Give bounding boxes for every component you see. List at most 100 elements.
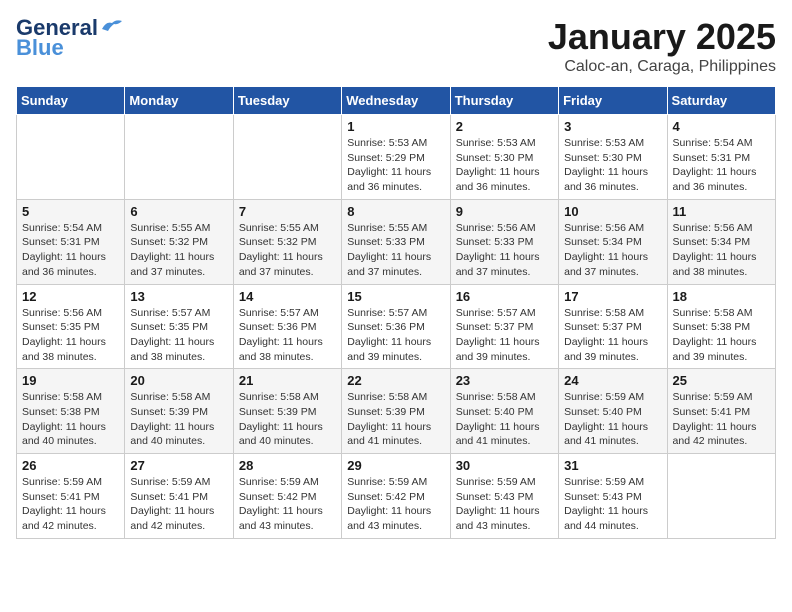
day-number: 4	[673, 119, 770, 134]
day-info: Sunrise: 5:53 AM Sunset: 5:29 PM Dayligh…	[347, 136, 444, 195]
calendar-cell: 3 Sunrise: 5:53 AM Sunset: 5:30 PM Daylig…	[559, 115, 667, 200]
col-friday: Friday	[559, 87, 667, 115]
logo: General Blue	[16, 16, 122, 60]
day-info: Sunrise: 5:59 AM Sunset: 5:40 PM Dayligh…	[564, 390, 661, 449]
day-info: Sunrise: 5:55 AM Sunset: 5:33 PM Dayligh…	[347, 221, 444, 280]
calendar-week-5: 26Sunrise: 5:59 AM Sunset: 5:41 PM Dayli…	[17, 454, 776, 539]
day-info: Sunrise: 5:58 AM Sunset: 5:40 PM Dayligh…	[456, 390, 553, 449]
day-info: Sunrise: 5:59 AM Sunset: 5:41 PM Dayligh…	[130, 475, 227, 534]
day-number: 8	[347, 204, 444, 219]
calendar-cell: 7 Sunrise: 5:55 AM Sunset: 5:32 PM Daylig…	[233, 199, 341, 284]
day-number: 21	[239, 373, 336, 388]
day-number: 3	[564, 119, 661, 134]
day-number: 12	[22, 289, 119, 304]
day-number: 10	[564, 204, 661, 219]
day-info: Sunrise: 5:53 AM Sunset: 5:30 PM Dayligh…	[456, 136, 553, 195]
day-info: Sunrise: 5:59 AM Sunset: 5:42 PM Dayligh…	[347, 475, 444, 534]
calendar-cell: 31 Sunrise: 5:59 AM Sunset: 5:43 PM Dayli…	[559, 454, 667, 539]
calendar-cell: 12 Sunrise: 5:56 AM Sunset: 5:35 PM Dayli…	[17, 284, 125, 369]
calendar-cell: 21 Sunrise: 5:58 AM Sunset: 5:39 PM Dayli…	[233, 369, 341, 454]
calendar-body: 1Sunrise: 5:53 AM Sunset: 5:29 PM Daylig…	[17, 115, 776, 539]
calendar-cell: 24 Sunrise: 5:59 AM Sunset: 5:40 PM Dayli…	[559, 369, 667, 454]
col-thursday: Thursday	[450, 87, 558, 115]
day-number: 24	[564, 373, 661, 388]
day-number: 22	[347, 373, 444, 388]
calendar-week-2: 5 Sunrise: 5:54 AM Sunset: 5:31 PM Daylig…	[17, 199, 776, 284]
col-wednesday: Wednesday	[342, 87, 450, 115]
day-info: Sunrise: 5:58 AM Sunset: 5:39 PM Dayligh…	[130, 390, 227, 449]
calendar-header: Sunday Monday Tuesday Wednesday Thursday…	[17, 87, 776, 115]
day-info: Sunrise: 5:57 AM Sunset: 5:36 PM Dayligh…	[239, 306, 336, 365]
calendar-cell	[233, 115, 341, 200]
day-number: 19	[22, 373, 119, 388]
day-number: 13	[130, 289, 227, 304]
calendar-week-3: 12 Sunrise: 5:56 AM Sunset: 5:35 PM Dayli…	[17, 284, 776, 369]
calendar-cell	[667, 454, 775, 539]
day-info: Sunrise: 5:58 AM Sunset: 5:37 PM Dayligh…	[564, 306, 661, 365]
calendar-subtitle: Caloc-an, Caraga, Philippines	[548, 58, 776, 76]
page-header: General Blue January 2025 Caloc-an, Cara…	[16, 16, 776, 76]
day-info: Sunrise: 5:57 AM Sunset: 5:35 PM Dayligh…	[130, 306, 227, 365]
col-saturday: Saturday	[667, 87, 775, 115]
day-number: 23	[456, 373, 553, 388]
calendar-cell: 17 Sunrise: 5:58 AM Sunset: 5:37 PM Dayli…	[559, 284, 667, 369]
calendar-cell: 23 Sunrise: 5:58 AM Sunset: 5:40 PM Dayli…	[450, 369, 558, 454]
calendar-cell: 20 Sunrise: 5:58 AM Sunset: 5:39 PM Dayli…	[125, 369, 233, 454]
calendar-cell: 10 Sunrise: 5:56 AM Sunset: 5:34 PM Dayli…	[559, 199, 667, 284]
day-number: 5	[22, 204, 119, 219]
day-info: Sunrise: 5:58 AM Sunset: 5:39 PM Dayligh…	[347, 390, 444, 449]
day-info: Sunrise: 5:55 AM Sunset: 5:32 PM Dayligh…	[130, 221, 227, 280]
day-info: Sunrise: 5:54 AM Sunset: 5:31 PM Dayligh…	[22, 221, 119, 280]
calendar-cell: 26Sunrise: 5:59 AM Sunset: 5:41 PM Dayli…	[17, 454, 125, 539]
day-number: 31	[564, 458, 661, 473]
day-number: 29	[347, 458, 444, 473]
col-sunday: Sunday	[17, 87, 125, 115]
calendar-cell: 30 Sunrise: 5:59 AM Sunset: 5:43 PM Dayli…	[450, 454, 558, 539]
day-number: 7	[239, 204, 336, 219]
col-tuesday: Tuesday	[233, 87, 341, 115]
day-number: 16	[456, 289, 553, 304]
day-number: 6	[130, 204, 227, 219]
day-number: 28	[239, 458, 336, 473]
calendar-week-1: 1Sunrise: 5:53 AM Sunset: 5:29 PM Daylig…	[17, 115, 776, 200]
day-info: Sunrise: 5:56 AM Sunset: 5:34 PM Dayligh…	[564, 221, 661, 280]
day-info: Sunrise: 5:56 AM Sunset: 5:35 PM Dayligh…	[22, 306, 119, 365]
title-section: January 2025 Caloc-an, Caraga, Philippin…	[548, 16, 776, 76]
calendar-cell: 8 Sunrise: 5:55 AM Sunset: 5:33 PM Daylig…	[342, 199, 450, 284]
day-number: 30	[456, 458, 553, 473]
day-number: 9	[456, 204, 553, 219]
calendar-cell: 15 Sunrise: 5:57 AM Sunset: 5:36 PM Dayli…	[342, 284, 450, 369]
day-info: Sunrise: 5:59 AM Sunset: 5:43 PM Dayligh…	[456, 475, 553, 534]
day-number: 14	[239, 289, 336, 304]
day-info: Sunrise: 5:53 AM Sunset: 5:30 PM Dayligh…	[564, 136, 661, 195]
day-number: 27	[130, 458, 227, 473]
calendar-cell: 18Sunrise: 5:58 AM Sunset: 5:38 PM Dayli…	[667, 284, 775, 369]
day-number: 17	[564, 289, 661, 304]
calendar-cell: 5 Sunrise: 5:54 AM Sunset: 5:31 PM Daylig…	[17, 199, 125, 284]
day-info: Sunrise: 5:58 AM Sunset: 5:38 PM Dayligh…	[22, 390, 119, 449]
calendar-table: Sunday Monday Tuesday Wednesday Thursday…	[16, 86, 776, 539]
calendar-cell: 19 Sunrise: 5:58 AM Sunset: 5:38 PM Dayli…	[17, 369, 125, 454]
day-info: Sunrise: 5:56 AM Sunset: 5:34 PM Dayligh…	[673, 221, 770, 280]
col-monday: Monday	[125, 87, 233, 115]
header-row: Sunday Monday Tuesday Wednesday Thursday…	[17, 87, 776, 115]
day-info: Sunrise: 5:56 AM Sunset: 5:33 PM Dayligh…	[456, 221, 553, 280]
day-number: 25	[673, 373, 770, 388]
day-info: Sunrise: 5:58 AM Sunset: 5:38 PM Dayligh…	[673, 306, 770, 365]
calendar-cell: 16 Sunrise: 5:57 AM Sunset: 5:37 PM Dayli…	[450, 284, 558, 369]
day-number: 2	[456, 119, 553, 134]
day-number: 20	[130, 373, 227, 388]
day-number: 15	[347, 289, 444, 304]
calendar-cell: 4Sunrise: 5:54 AM Sunset: 5:31 PM Daylig…	[667, 115, 775, 200]
calendar-cell	[125, 115, 233, 200]
day-info: Sunrise: 5:58 AM Sunset: 5:39 PM Dayligh…	[239, 390, 336, 449]
calendar-cell: 1Sunrise: 5:53 AM Sunset: 5:29 PM Daylig…	[342, 115, 450, 200]
day-info: Sunrise: 5:55 AM Sunset: 5:32 PM Dayligh…	[239, 221, 336, 280]
logo-blue: Blue	[16, 36, 64, 60]
day-info: Sunrise: 5:57 AM Sunset: 5:36 PM Dayligh…	[347, 306, 444, 365]
day-info: Sunrise: 5:59 AM Sunset: 5:43 PM Dayligh…	[564, 475, 661, 534]
day-info: Sunrise: 5:59 AM Sunset: 5:41 PM Dayligh…	[22, 475, 119, 534]
day-number: 11	[673, 204, 770, 219]
day-info: Sunrise: 5:57 AM Sunset: 5:37 PM Dayligh…	[456, 306, 553, 365]
calendar-cell: 14 Sunrise: 5:57 AM Sunset: 5:36 PM Dayli…	[233, 284, 341, 369]
